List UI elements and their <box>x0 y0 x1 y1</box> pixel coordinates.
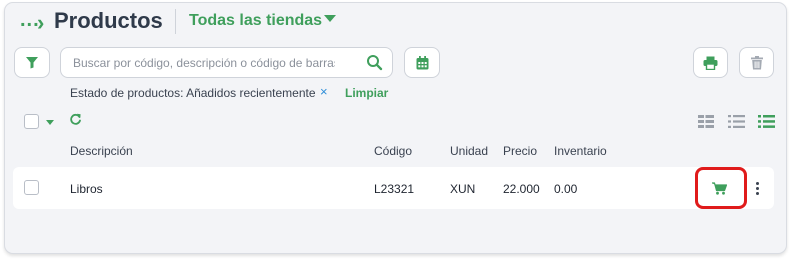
search-box <box>60 47 393 78</box>
column-header-unit[interactable]: Unidad <box>450 144 488 158</box>
products-panel <box>4 2 787 254</box>
column-header-description[interactable]: Descripción <box>70 144 133 158</box>
cell-inventory: 0.00 <box>554 182 578 196</box>
cell-description: Libros <box>70 182 103 196</box>
store-selector-caret-icon[interactable] <box>324 15 336 22</box>
column-header-price[interactable]: Precio <box>503 144 537 158</box>
date-filter-button[interactable] <box>404 47 440 78</box>
store-selector[interactable]: Todas las tiendas <box>189 12 322 30</box>
header-divider <box>175 9 176 34</box>
filter-button[interactable] <box>14 47 50 78</box>
shopping-cart-icon[interactable] <box>712 182 727 195</box>
calendar-icon <box>416 55 428 69</box>
breadcrumb-separator: › <box>37 10 45 35</box>
page-title: Productos <box>54 8 163 33</box>
select-all-checkbox[interactable] <box>24 114 39 129</box>
search-input[interactable] <box>73 54 335 72</box>
column-header-inventory[interactable]: Inventario <box>554 144 607 158</box>
cell-unit: XUN <box>450 182 476 196</box>
detail-list-view-icon[interactable] <box>758 115 775 128</box>
delete-button[interactable] <box>739 47 774 78</box>
magnifier-icon[interactable] <box>366 54 383 71</box>
clear-filters-link[interactable]: Limpiar <box>345 86 388 100</box>
print-button[interactable] <box>693 47 728 78</box>
list-view-icon[interactable] <box>728 115 745 128</box>
active-filter-label: Estado de productos: Añadidos recienteme… <box>70 86 316 100</box>
column-header-code[interactable]: Código <box>374 144 412 158</box>
remove-filter-icon[interactable]: × <box>320 84 328 99</box>
row-more-options-icon[interactable] <box>756 182 760 197</box>
grid-view-icon[interactable] <box>698 115 714 128</box>
printer-icon <box>703 56 718 70</box>
cell-code: L23321 <box>374 182 415 196</box>
funnel-icon <box>26 57 38 69</box>
row-checkbox[interactable] <box>24 180 39 195</box>
refresh-icon[interactable] <box>69 113 82 126</box>
trash-icon <box>750 55 763 69</box>
select-options-caret-icon[interactable] <box>46 120 54 125</box>
cell-price: 22.000 <box>503 182 540 196</box>
